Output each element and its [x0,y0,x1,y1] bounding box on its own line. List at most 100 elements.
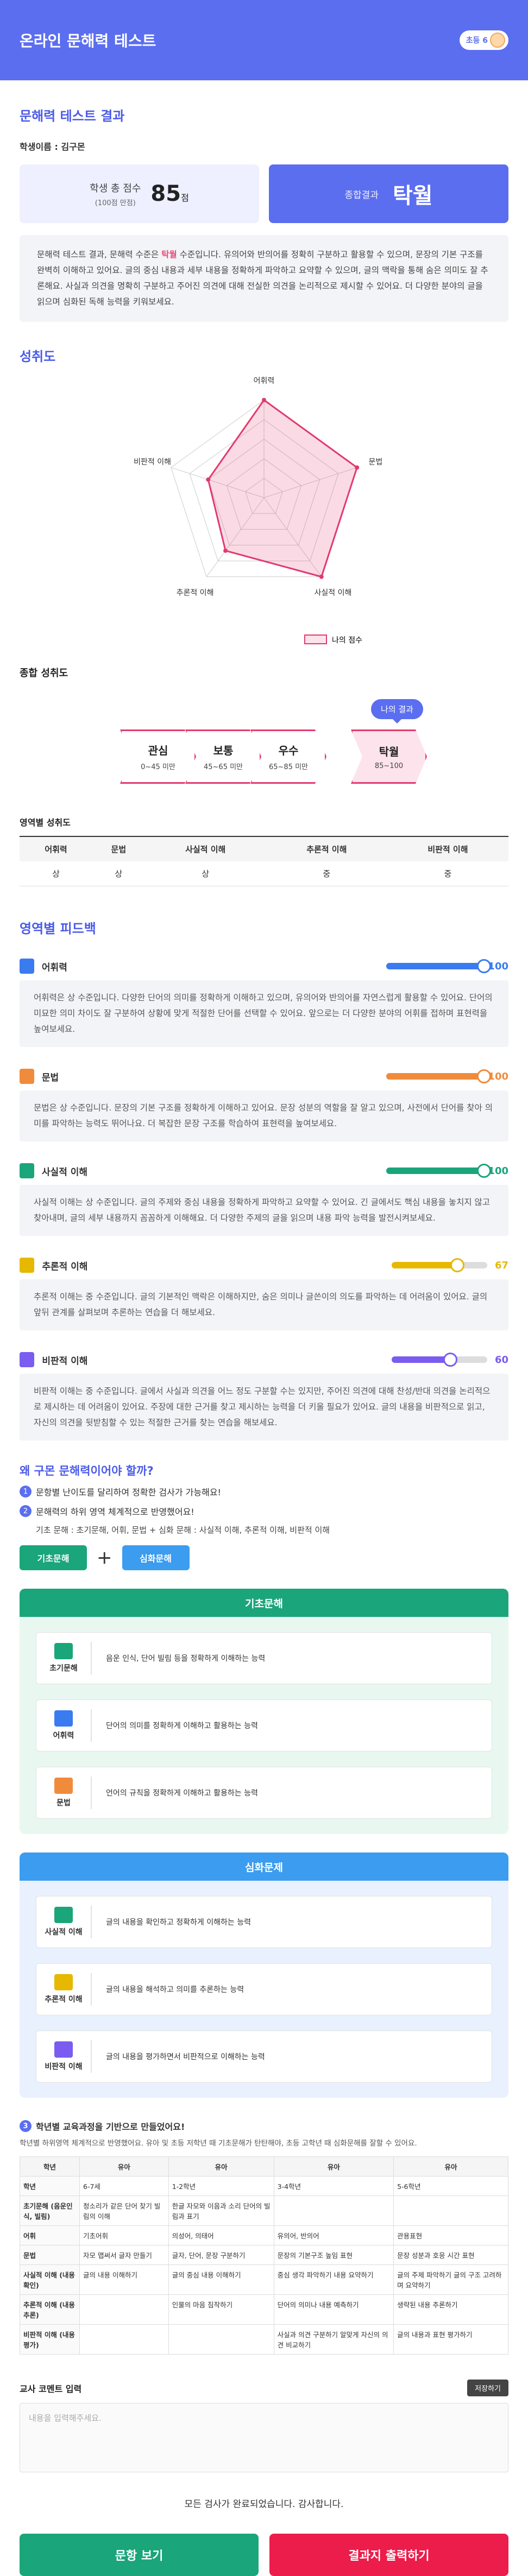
basic-panel: 기초문해 초기문해 음운 인식, 단어 빌림 등을 정확하게 이해하는 능력 어휘… [20,1589,508,1834]
card-grammar: 문법 언어의 규칙을 정확하게 이해하고 활용하는 능력 [36,1767,492,1819]
area-icon [20,1258,35,1273]
score-label: 학생 총 점수 [90,182,141,194]
print-result-button[interactable]: 결과지 출력하기 [269,2534,508,2576]
radar-label: 어휘력 [254,377,275,385]
curriculum-header: 유아 [168,2156,274,2177]
radar-point [223,548,228,553]
radar-label: 추론적 이해 [177,589,214,598]
curriculum-row: 비판적 이해 (내용 평가) 사실과 의견 구분하기 알맞게 자신의 의견 비교하… [20,2324,508,2355]
feedback-title: 영역별 피드백 [20,921,96,936]
curriculum-row: 초기문해 (음운인식, 빌림) 청소리가 같은 단어 찾기 빌림의 이해 한글 자모… [20,2196,508,2226]
score-bar [386,1164,492,1178]
area-icon [20,1352,35,1367]
why-section: 왜 구몬 문해력이어야 할까? 1 문항별 난이도를 달리하여 정확한 검사가 가… [20,1462,508,1570]
legend-label: 나의 점수 [332,636,362,645]
card-factual: 사실적 이해 글의 내용을 확인하고 정확하게 이해하는 능력 [36,1896,492,1948]
feedback-area-name: 비판적 이해 [42,1355,88,1367]
curriculum-header: 유아 [393,2156,508,2177]
card-critical: 비판적 이해 글의 내용을 평가하면서 비판적으로 이해하는 능력 [36,2031,492,2083]
basic-panel-title: 기초문해 [20,1589,508,1617]
feedback-area-name: 문법 [41,1072,59,1083]
why-title: 왜 구몬 문해력이어야 할까? [20,1464,154,1477]
feedback-score: 60 [494,1354,508,1366]
my-result-pill: 나의 결과 [371,699,423,724]
area-icon [20,1069,34,1084]
radar-point [355,465,360,470]
why-point-2-detail: 기초 문해 : 초기문해, 어휘, 문법 + 심화 문해 : 사실적 이해, 추… [36,1525,330,1535]
curriculum-row: 추론적 이해 (내용 추론) 인물의 마음 짐작하기 단어의 의미나 내용 예측하기… [20,2294,508,2325]
result-title: 문해력 테스트 결과 [20,109,125,124]
curriculum-header: 유아 [273,2156,394,2177]
scale-icon [54,2041,73,2058]
feedback-text: 비판적 이해는 중 수준입니다. 글에서 사실과 의견을 어느 정도 구분할 수… [20,1374,508,1441]
lightbulb-icon [54,1974,73,1990]
radar-label: 문법 [369,458,383,466]
view-questions-button[interactable]: 문항 보기 [20,2534,259,2576]
document-icon [54,1778,73,1794]
curriculum-row: 어휘 기초어휘 의성어, 의태어 유의어, 반의어 관용표현 [20,2225,508,2245]
feedback-text: 어휘력은 상 수준입니다. 다양한 단어의 의미를 정확하게 이해하고 있으며,… [20,980,508,1047]
score-bar [386,1069,492,1083]
feedback-item: 추론적 이해 67 추론적 이해는 중 수준입니다. 글의 기본적인 맥락은 이해하… [20,1251,508,1330]
card-early-literacy: 초기문해 음운 인식, 단어 빌림 등을 정확하게 이해하는 능력 [36,1632,492,1684]
radar-title: 성취도 [20,349,56,364]
stage-2: 우수 65~85 미만 [250,729,326,784]
advanced-literacy-button[interactable]: 심화문해 [122,1545,190,1570]
feedback-list: 어휘력 100 어휘력은 상 수준입니다. 다양한 단어의 의미를 정확하게 이해하… [20,952,508,1441]
feedback-text: 사실적 이해는 상 수준입니다. 글의 주제와 중심 내용을 정확하게 파악하고… [20,1185,508,1236]
score-box: 학생 총 점수 (100점 만점) 85점 [20,164,259,223]
card-inferential: 추론적 이해 글의 내용을 해석하고 의미를 추론하는 능력 [36,1963,492,2015]
feedback-item: 비판적 이해 60 비판적 이해는 중 수준입니다. 글에서 사실과 의견을 어느 … [20,1346,508,1441]
feedback-item: 문법 100 문법은 상 수준입니다. 문장의 기본 구조를 정확하게 이해하고 있… [20,1062,508,1141]
feedback-area-name: 어휘력 [41,962,67,973]
radar-label: 비판적 이해 [134,458,171,466]
area-table: 어휘력 문법 사실적 이해 추론적 이해 비판적 이해 상상상중중 [20,836,508,886]
grade-box: 종합결과 탁월 [269,164,508,223]
stage-0: 관심 0~45 미만 [120,729,196,784]
score-bar [386,959,492,973]
radar-chart: 어휘력문법사실적 이해 추론적 이해 비판적 이해나의 점수 [20,365,508,658]
basic-literacy-button[interactable]: 기초문해 [20,1545,87,1570]
curriculum-row: 문법 자모 맵써서 글자 만들기 글자, 단어, 문장 구분하기 문장의 기본구조 높… [20,2245,508,2265]
score-bar [392,1353,487,1367]
stage-1: 보통 45~65 미만 [185,729,261,784]
radar-point [319,574,324,579]
score-value: 85 [150,181,181,206]
area-icon [20,1163,34,1178]
student-name: 학생이름 : 김구몬 [20,142,85,152]
legend-swatch [304,635,327,644]
radar-point [206,477,211,482]
score-bar [392,1258,487,1272]
grade-value: 탁월 [392,183,433,208]
radar-label: 사실적 이해 [315,589,352,598]
feedback-text: 문법은 상 수준입니다. 문장의 기본 구조를 정확하게 이해하고 있어요. 문… [20,1090,508,1141]
feedback-area-name: 사실적 이해 [41,1166,88,1178]
curriculum-row: 사실적 이해 (내용 확인) 글의 내용 이해하기 글의 중심 내용 이해하기 중심 … [20,2264,508,2295]
magnifier-icon [54,1907,73,1923]
grade-label: 초등 6 [466,36,488,45]
save-comment-button[interactable]: 저장하기 [467,2380,508,2396]
curriculum-sub: 학년별 하위영역 체계적으로 반영했어요. 유아 및 초등 저학년 때 기초문해… [20,2139,417,2148]
grade-label: 종합결과 [344,189,379,201]
user-badge[interactable]: 초등 6 [459,30,508,50]
card-vocabulary: 어휘력 단어의 의미를 정확하게 이해하고 활용하는 능력 [36,1699,492,1752]
score-unit: 점 [181,193,189,203]
advanced-panel: 심화문제 사실적 이해 글의 내용을 확인하고 정확하게 이해하는 능력 추론적 … [20,1852,508,2098]
app-header: 온라인 문해력 테스트 초등 6 [0,0,528,80]
comment-textarea[interactable]: 내용을 입력해주세요. [20,2403,508,2472]
radar-point [262,398,266,402]
curriculum-header: 학년 [20,2156,80,2177]
advanced-panel-title: 심화문제 [20,1852,508,1881]
feedback-item: 어휘력 100 어휘력은 상 수준입니다. 다양한 단어의 의미를 정확하게 이해하… [20,952,508,1047]
feedback-item: 사실적 이해 100 사실적 이해는 상 수준입니다. 글의 주제와 중심 내용을 … [20,1157,508,1236]
curriculum-table: 학년 유아 유아 유아 유아 학년 6-7세 1-2학년 3-4학년 5-6학년 초기문해 (음운인… [20,2156,508,2355]
book-icon [54,1643,73,1659]
result-summary: 문해력 테스트 결과, 문해력 수준은 탁월 수준입니다. 유의어와 반의어를 … [20,235,508,322]
comment-title: 교사 코멘트 입력 [20,2383,82,2394]
feedback-area-name: 추론적 이해 [42,1261,88,1272]
stage-3: 탁월 85~100 [351,729,427,784]
stages-title: 종합 성취도 [20,668,68,679]
completion-message: 모든 검사가 완료되었습니다. 감사합니다. [184,2499,344,2510]
feedback-text: 추론적 이해는 중 수준입니다. 글의 기본적인 맥락은 이해하지만, 숨은 의… [20,1279,508,1330]
area-table-title: 영역별 성취도 [20,817,71,828]
